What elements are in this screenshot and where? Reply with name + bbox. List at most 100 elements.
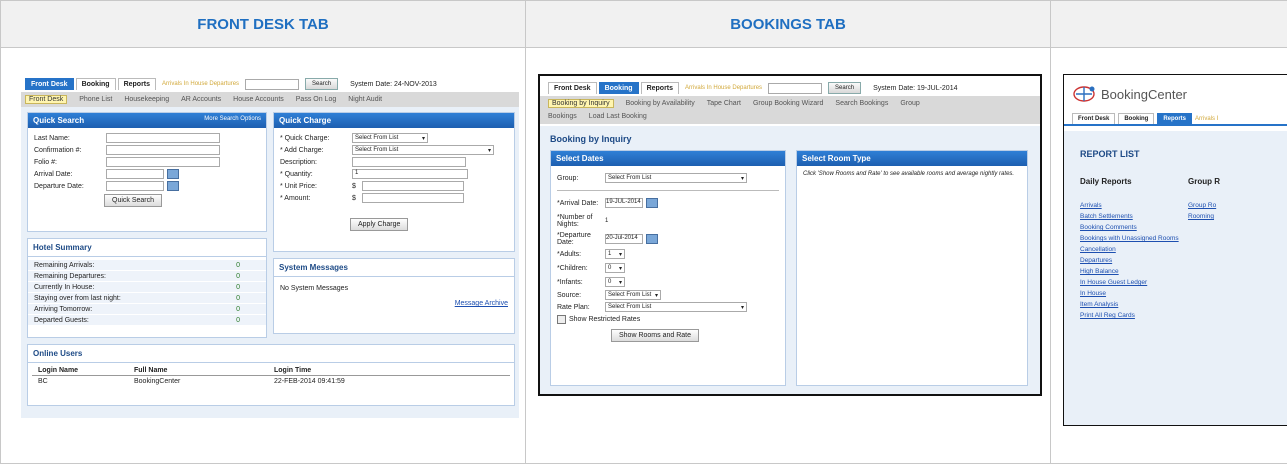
quick-search-panel: Quick Search More Search Options Last Na…	[27, 112, 267, 232]
infants-select[interactable]: 0 ▾	[605, 277, 625, 287]
fd-subnav-front-desk[interactable]: Front Desk	[25, 95, 68, 104]
nights-input[interactable]: 1	[605, 218, 608, 224]
list-item[interactable]: High Balance	[1080, 266, 1188, 277]
unit-price-input[interactable]	[362, 181, 464, 191]
bk-search-input[interactable]	[768, 82, 823, 94]
system-messages-text: No System Messages	[280, 285, 349, 292]
rate-plan-select[interactable]: Select From List ▾	[605, 302, 747, 312]
list-item[interactable]: Arrivals	[1080, 200, 1188, 211]
group-select[interactable]: Select From List ▾	[605, 173, 747, 183]
page-title: Booking by Inquiry	[550, 134, 632, 144]
list-item[interactable]: Print All Reg Cards	[1080, 310, 1188, 321]
bk-system-date: System Date: 19-JUL-2014	[873, 84, 958, 92]
fd-search-input[interactable]	[245, 78, 300, 90]
fd-tab-reports[interactable]: Reports	[117, 78, 157, 90]
select-dates-panel: Select Dates Group: Select From List ▾ *Ar…	[550, 150, 786, 386]
online-users-header-row: Login Name Full Name Login Time	[32, 363, 510, 376]
fd-subnav-pass-on-log[interactable]: Pass On Log	[296, 96, 336, 103]
bk-quick-links[interactable]: Arrivals In House Departures	[685, 85, 762, 91]
bk-subnav-inquiry[interactable]: Booking by Inquiry	[548, 99, 614, 108]
fd-subnav-housekeeping[interactable]: Housekeeping	[124, 96, 169, 103]
last-name-input[interactable]	[106, 133, 220, 143]
bk-tab-reports[interactable]: Reports	[640, 82, 680, 94]
bk-subnav-group-wizard[interactable]: Group Booking Wizard	[753, 100, 823, 107]
list-item[interactable]: Bookings with Unassigned Rooms	[1080, 233, 1188, 244]
system-messages-panel: System Messages No System Messages Messa…	[273, 258, 515, 334]
add-charge-select[interactable]: Select From List ▾	[352, 145, 494, 155]
report-links: Arrivals Batch Settlements Booking Comme…	[1064, 186, 1287, 321]
login-name-header: Login Name	[38, 367, 79, 374]
fd-subnav-ar-accounts[interactable]: AR Accounts	[181, 96, 221, 103]
calendar-icon[interactable]	[167, 181, 179, 191]
calendar-icon[interactable]	[646, 234, 658, 244]
bk-main-tabs: Front Desk Booking Reports	[548, 82, 680, 94]
folio-input[interactable]	[106, 157, 220, 167]
rp-tab-booking[interactable]: Booking	[1118, 113, 1155, 124]
rp-tab-reports[interactable]: Reports	[1157, 113, 1193, 124]
login-time-header: Login Time	[274, 367, 312, 374]
calendar-icon[interactable]	[167, 169, 179, 179]
amount-label: * Amount:	[280, 194, 311, 202]
quantity-label: * Quantity:	[280, 170, 313, 178]
quantity-input[interactable]: 1	[352, 169, 468, 179]
list-item[interactable]: Batch Settlements	[1080, 211, 1188, 222]
list-item[interactable]: Rooming	[1188, 211, 1216, 222]
message-archive-link[interactable]: Message Archive	[455, 300, 508, 307]
summary-value: 0	[236, 305, 240, 313]
children-select[interactable]: 0 ▾	[605, 263, 625, 273]
nights-label: *Number of Nights:	[557, 214, 593, 228]
bk-search-button[interactable]: Search	[828, 82, 862, 94]
source-select[interactable]: Select From List ▾	[605, 290, 661, 300]
list-item[interactable]: In House	[1080, 288, 1188, 299]
list-item[interactable]: Booking Comments	[1080, 222, 1188, 233]
chevron-down-icon: ▾	[618, 265, 622, 272]
description-input[interactable]	[352, 157, 466, 167]
restricted-rates-checkbox[interactable]	[557, 314, 566, 324]
arrival-date-input[interactable]: 19-JUL-2014	[605, 198, 643, 208]
fd-search-button[interactable]: Search	[305, 78, 339, 90]
report-columns-header: Daily Reports Group R	[1064, 159, 1287, 186]
arrival-date-input[interactable]	[106, 169, 164, 179]
departure-date-input[interactable]	[106, 181, 164, 191]
rp-tab-front-desk[interactable]: Front Desk	[1072, 113, 1116, 124]
fd-tab-front-desk[interactable]: Front Desk	[25, 78, 74, 90]
fd-subnav-phone-list[interactable]: Phone List	[79, 96, 112, 103]
confirmation-input[interactable]	[106, 145, 220, 155]
rp-quick-links[interactable]: Arrivals I	[1195, 116, 1218, 122]
bk-tab-booking[interactable]: Booking	[598, 82, 639, 94]
quick-charge-header: Quick Charge	[274, 113, 514, 128]
list-item[interactable]: Cancellation	[1080, 244, 1188, 255]
list-item[interactable]: Group Ro	[1188, 200, 1216, 211]
bk-subnav-bookings[interactable]: Bookings	[548, 113, 577, 120]
adults-select[interactable]: 1 ▾	[605, 249, 625, 259]
bk-subnav-tape-chart[interactable]: Tape Chart	[707, 100, 741, 107]
bk-content: Booking by Inquiry Select Dates Group: Se…	[540, 126, 1040, 394]
bk-subnav-availability[interactable]: Booking by Availability	[626, 100, 695, 107]
more-search-options-link[interactable]: More Search Options	[204, 116, 261, 125]
fd-tab-booking[interactable]: Booking	[75, 78, 116, 90]
fd-subnav-house-accounts[interactable]: House Accounts	[233, 96, 284, 103]
list-item[interactable]: In House Guest Ledger	[1080, 277, 1188, 288]
infants-label: *Infants:	[557, 278, 583, 286]
show-rooms-button[interactable]: Show Rooms and Rate	[611, 329, 699, 342]
list-item[interactable]: Departures	[1080, 255, 1188, 266]
quick-charge-select[interactable]: Select From List ▾	[352, 133, 428, 143]
calendar-icon[interactable]	[646, 198, 658, 208]
hotel-summary-panel: Hotel Summary Remaining Arrivals: 0 Remai…	[27, 238, 267, 338]
hotel-summary-title: Hotel Summary	[28, 239, 266, 257]
bk-subnav-load-last[interactable]: Load Last Booking	[589, 113, 647, 120]
chevron-down-icon: ▾	[740, 304, 744, 311]
source-label: Source:	[557, 291, 582, 299]
bk-subnav-group[interactable]: Group	[900, 100, 919, 107]
list-item[interactable]: Item Analysis	[1080, 299, 1188, 310]
fd-quick-links[interactable]: Arrivals In House Departures	[162, 81, 239, 87]
apply-charge-button[interactable]: Apply Charge	[350, 218, 409, 231]
quick-search-button[interactable]: Quick Search	[104, 194, 163, 207]
confirmation-label: Confirmation #:	[34, 146, 82, 154]
amount-input[interactable]	[362, 193, 464, 203]
bk-tab-front-desk[interactable]: Front Desk	[548, 82, 597, 94]
fd-subnav-night-audit[interactable]: Night Audit	[348, 96, 382, 103]
rate-plan-label: Rate Plan:	[557, 303, 590, 311]
bk-subnav-search-bookings[interactable]: Search Bookings	[835, 100, 888, 107]
departure-date-input[interactable]: 20-Jul-2014	[605, 234, 643, 244]
